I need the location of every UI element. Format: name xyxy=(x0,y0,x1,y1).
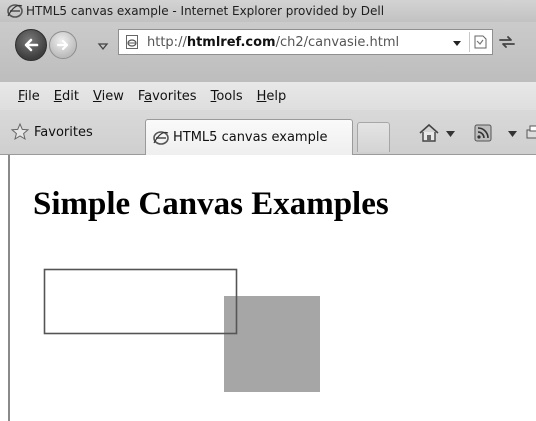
recent-pages-dropdown-icon[interactable] xyxy=(97,40,109,52)
menu-favorites-accel: a xyxy=(144,88,153,104)
ie-icon xyxy=(7,3,23,19)
feeds-icon[interactable] xyxy=(474,124,492,142)
menu-help[interactable]: Help xyxy=(257,89,287,104)
menu-help-label: elp xyxy=(266,88,287,104)
page-icon xyxy=(125,34,139,50)
home-icon[interactable] xyxy=(418,123,440,143)
url-domain: htmlref.com xyxy=(186,34,276,50)
back-arrow-icon xyxy=(24,38,39,52)
address-dropdown-icon[interactable] xyxy=(452,38,462,48)
url-prefix: http:// xyxy=(147,34,187,50)
favorites-button[interactable]: Favorites xyxy=(10,119,93,145)
menu-view-accel: V xyxy=(92,88,102,104)
ie-page-icon xyxy=(153,130,169,146)
tab-bar: Favorites HTML5 canvas example xyxy=(0,110,536,155)
menu-view-label: iew xyxy=(101,88,124,104)
favorites-star-icon xyxy=(10,122,30,141)
menu-tools[interactable]: Tools xyxy=(211,89,243,104)
outlined-rectangle xyxy=(43,268,238,335)
menu-edit[interactable]: Edit xyxy=(54,89,79,104)
menu-help-accel: H xyxy=(256,88,267,104)
menu-view[interactable]: View xyxy=(93,89,124,104)
menu-edit-label: dit xyxy=(62,88,79,104)
feeds-dropdown-icon[interactable] xyxy=(508,130,517,138)
refresh-icon[interactable] xyxy=(496,31,518,53)
menu-favorites-label: vorites xyxy=(152,88,197,104)
url-path: /ch2/canvasie.html xyxy=(275,34,400,50)
tab-label: HTML5 canvas example xyxy=(173,130,328,145)
new-tab-button[interactable] xyxy=(357,122,390,152)
menu-edit-accel: E xyxy=(53,88,62,104)
filled-square xyxy=(224,296,320,392)
favorites-label: Favorites xyxy=(34,124,93,140)
address-separator xyxy=(469,32,470,52)
menu-bar: File Edit View Favorites Tools Help xyxy=(0,82,536,110)
url-text[interactable]: http://htmlref.com/ch2/canvasie.html xyxy=(147,35,399,50)
forward-button[interactable] xyxy=(49,31,77,59)
tab-html5-canvas-example[interactable]: HTML5 canvas example xyxy=(145,119,353,155)
menu-tools-label: ools xyxy=(216,88,243,104)
home-dropdown-icon[interactable] xyxy=(446,130,455,138)
canvas-drawing xyxy=(43,268,320,392)
forward-arrow-icon xyxy=(56,39,69,51)
compatibility-icon[interactable] xyxy=(472,34,488,50)
window-title: HTML5 canvas example - Internet Explorer… xyxy=(26,4,385,18)
menu-file[interactable]: File xyxy=(18,89,40,104)
browser-window: HTML5 canvas example - Internet Explorer… xyxy=(0,0,536,421)
menu-favorites[interactable]: Favorites xyxy=(138,89,197,104)
back-button[interactable] xyxy=(15,29,47,61)
address-bar[interactable]: http://htmlref.com/ch2/canvasie.html xyxy=(118,29,493,55)
menu-file-label: ile xyxy=(24,88,40,104)
print-icon[interactable] xyxy=(525,124,536,142)
title-bar: HTML5 canvas example - Internet Explorer… xyxy=(0,0,536,22)
